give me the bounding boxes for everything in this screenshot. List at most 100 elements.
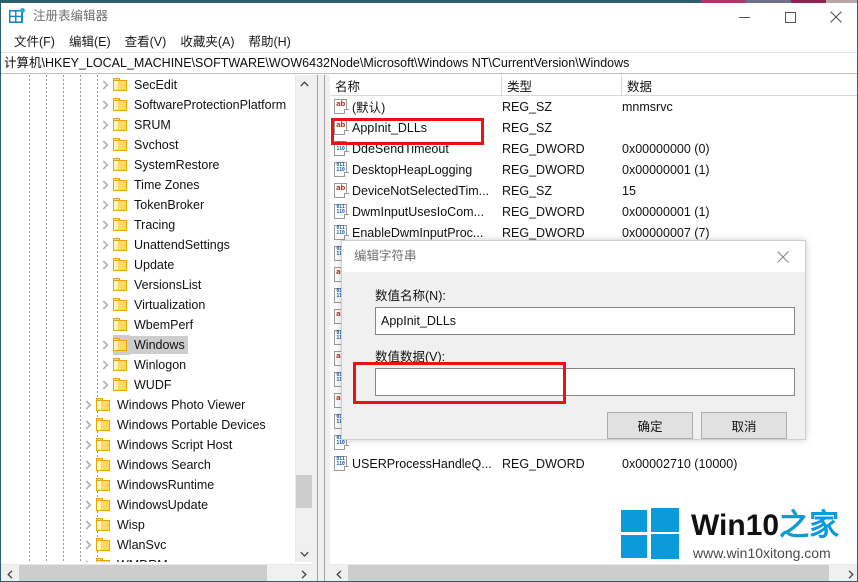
value-row[interactable]: ab AppInit_DLLs REG_SZ xyxy=(330,117,857,138)
value-row[interactable]: ab DeviceNotSelectedTim... REG_SZ 15 xyxy=(330,180,857,201)
tree-item-tracing[interactable]: Tracing xyxy=(1,215,312,235)
tree-hscrollbar-thumb[interactable] xyxy=(19,565,267,581)
column-header-type[interactable]: 类型 xyxy=(502,75,622,96)
menu-file[interactable]: 文件(F) xyxy=(7,33,62,51)
value-row[interactable]: 011 110 DesktopHeapLogging REG_DWORD 0x00000… xyxy=(330,159,857,180)
tree-expand-chevron-icon[interactable] xyxy=(80,535,96,555)
tree-expand-chevron-icon[interactable] xyxy=(97,355,113,375)
tree-item-update[interactable]: Update xyxy=(1,255,312,275)
value-row[interactable]: 011 110 USERProcessHandleQ... REG_DWORD 0x00… xyxy=(330,453,857,474)
tree-item-wlansvc[interactable]: WlanSvc xyxy=(1,535,312,555)
tree-item-svchost[interactable]: Svchost xyxy=(1,135,312,155)
cancel-button[interactable]: 取消 xyxy=(701,412,787,439)
menu-favorites[interactable]: 收藏夹(A) xyxy=(173,33,241,51)
values-scroll-right-button[interactable] xyxy=(842,565,857,581)
tree-item-wudf[interactable]: WUDF xyxy=(1,375,312,395)
tree-expand-chevron-icon[interactable] xyxy=(80,555,96,562)
tree-expand-chevron-icon[interactable] xyxy=(80,515,96,535)
tree-item-label: TokenBroker xyxy=(134,198,205,212)
maximize-button[interactable] xyxy=(767,3,813,31)
tree-item-wbemperf[interactable]: WbemPerf xyxy=(1,315,312,335)
tree-item-windows-search[interactable]: Windows Search xyxy=(1,455,312,475)
tree-expand-chevron-icon[interactable] xyxy=(97,295,113,315)
tree-scroll-right-button[interactable] xyxy=(295,565,312,581)
tree-item-windows-photo-viewer[interactable]: Windows Photo Viewer xyxy=(1,395,312,415)
values-hscrollbar-thumb[interactable] xyxy=(348,565,829,581)
tree-expand-chevron-icon[interactable] xyxy=(97,175,113,195)
tree-expand-chevron-icon[interactable] xyxy=(97,375,113,395)
tree-expand-chevron-icon[interactable] xyxy=(80,395,96,415)
tree-item-windowsruntime[interactable]: WindowsRuntime xyxy=(1,475,312,495)
tree-item-label: Tracing xyxy=(134,218,176,232)
tree-item-virtualization[interactable]: Virtualization xyxy=(1,295,312,315)
tree-item-winlogon[interactable]: Winlogon xyxy=(1,355,312,375)
tree-expand-chevron-icon[interactable] xyxy=(97,195,113,215)
tree-scroll-viewport: SecEdit SoftwareProtectionPlatform SRUM Svc… xyxy=(1,75,312,562)
pane-splitter[interactable] xyxy=(312,75,330,581)
tree-item-wisp[interactable]: Wisp xyxy=(1,515,312,535)
watermark-brand-suffix: 之家 xyxy=(779,509,840,542)
tree-expand-chevron-icon[interactable] xyxy=(80,455,96,475)
tree-expand-chevron-icon[interactable] xyxy=(80,435,96,455)
folder-icon xyxy=(96,495,113,515)
tree-expand-chevron-icon[interactable] xyxy=(97,95,113,115)
tree-item-systemrestore[interactable]: SystemRestore xyxy=(1,155,312,175)
tree-item-windows[interactable]: Windows xyxy=(1,335,312,355)
tree-item-unattendsettings[interactable]: UnattendSettings xyxy=(1,235,312,255)
tree-item-wmdrm[interactable]: WMDRM xyxy=(1,555,312,562)
tree-item-label: Wisp xyxy=(117,518,145,532)
value-row[interactable]: 011 110 DwmInputUsesIoCom... REG_DWORD 0x000… xyxy=(330,201,857,222)
tree-vertical-scrollbar[interactable] xyxy=(295,75,313,562)
values-horizontal-scrollbar[interactable] xyxy=(330,564,857,581)
dialog-close-icon[interactable] xyxy=(761,241,805,272)
tree-item-secedit[interactable]: SecEdit xyxy=(1,75,312,95)
value-data-input[interactable] xyxy=(375,368,795,396)
value-name-cell: (默认) xyxy=(352,101,386,115)
tree-expand-chevron-icon[interactable] xyxy=(97,135,113,155)
folder-icon xyxy=(113,175,130,195)
tree-expand-chevron-icon[interactable] xyxy=(97,115,113,135)
tree-item-windows-portable-devices[interactable]: Windows Portable Devices xyxy=(1,415,312,435)
close-button[interactable] xyxy=(813,3,857,31)
tree-expand-chevron-icon[interactable] xyxy=(97,75,113,95)
value-row[interactable]: 011 110 DdeSendTimeout REG_DWORD 0x00000000 … xyxy=(330,138,857,159)
tree-horizontal-scrollbar[interactable] xyxy=(1,564,312,581)
tree-item-softwareprotectionplatform[interactable]: SoftwareProtectionPlatform xyxy=(1,95,312,115)
value-name-cell: DdeSendTimeout xyxy=(352,141,449,156)
column-header-data[interactable]: 数据 xyxy=(622,75,857,96)
ok-button[interactable]: 确定 xyxy=(607,412,693,439)
tree-expand-chevron-icon[interactable] xyxy=(97,235,113,255)
tree-item-windowsupdate[interactable]: WindowsUpdate xyxy=(1,495,312,515)
tree-item-versionslist[interactable]: VersionsList xyxy=(1,275,312,295)
column-header-name[interactable]: 名称 xyxy=(330,75,502,96)
tree-scroll-down-button[interactable] xyxy=(296,545,313,562)
tree-expand-chevron-icon[interactable] xyxy=(97,255,113,275)
tree-item-label: WUDF xyxy=(134,378,172,392)
value-name-cell: DwmInputUsesIoCom... xyxy=(352,204,484,219)
menu-edit[interactable]: 编辑(E) xyxy=(62,33,118,51)
values-scroll-left-button[interactable] xyxy=(330,565,347,581)
tree-scrollbar-thumb[interactable] xyxy=(296,475,313,508)
menu-view[interactable]: 查看(V) xyxy=(118,33,174,51)
tree-expand-chevron-icon[interactable] xyxy=(80,495,96,515)
tree-expand-chevron-icon[interactable] xyxy=(97,335,113,355)
tree-item-label: SystemRestore xyxy=(134,158,220,172)
menu-help[interactable]: 帮助(H) xyxy=(241,33,297,51)
address-bar[interactable]: 计算机\HKEY_LOCAL_MACHINE\SOFTWARE\WOW6432N… xyxy=(1,52,857,74)
tree-scroll-up-button[interactable] xyxy=(296,75,313,92)
tree-expand-chevron-icon[interactable] xyxy=(97,155,113,175)
tree-expand-chevron-icon[interactable] xyxy=(80,415,96,435)
tree-expand-chevron-icon[interactable] xyxy=(97,215,113,235)
folder-icon xyxy=(113,355,130,375)
tree-scroll-left-button[interactable] xyxy=(1,565,18,581)
value-data-cell: 0x00000001 (1) xyxy=(622,162,710,177)
tree-item-srum[interactable]: SRUM xyxy=(1,115,312,135)
tree-item-windows-script-host[interactable]: Windows Script Host xyxy=(1,435,312,455)
tree-item-time-zones[interactable]: Time Zones xyxy=(1,175,312,195)
value-name-input[interactable] xyxy=(375,307,795,335)
value-row[interactable]: ab (默认) REG_SZ mnmsrvc xyxy=(330,96,857,117)
tree-expand-chevron-icon[interactable] xyxy=(80,475,96,495)
tree-item-tokenbroker[interactable]: TokenBroker xyxy=(1,195,312,215)
folder-icon xyxy=(113,215,130,235)
minimize-button[interactable] xyxy=(721,3,767,31)
